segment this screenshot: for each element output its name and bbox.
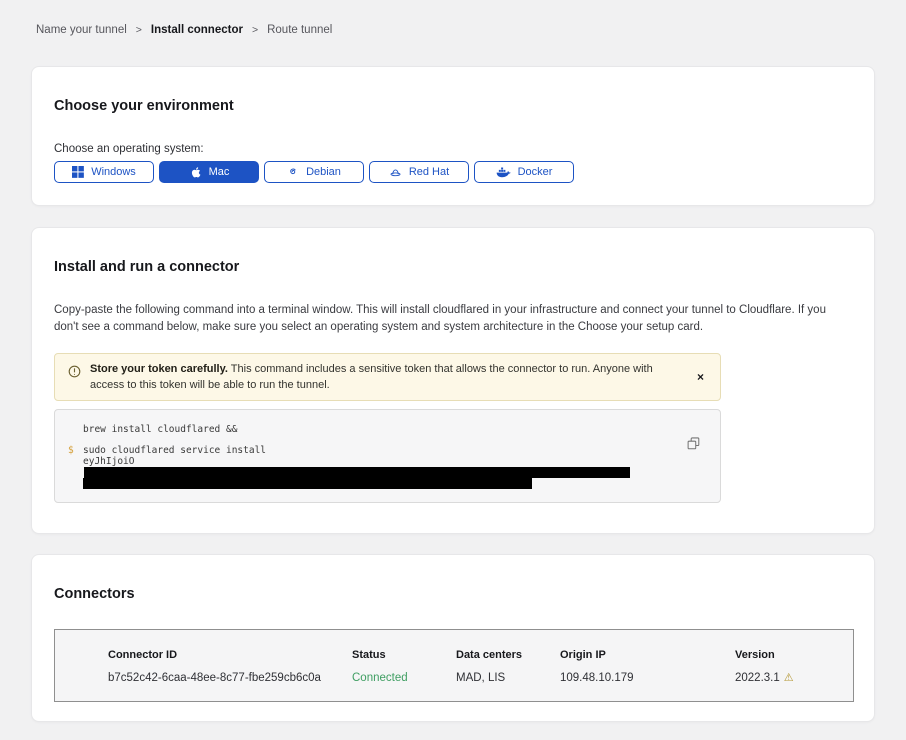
alert-circle-icon xyxy=(68,365,81,383)
os-button-label: Debian xyxy=(306,166,341,178)
breadcrumb-step-name-tunnel[interactable]: Name your tunnel xyxy=(36,24,127,36)
column-header-data-centers: Data centers xyxy=(456,649,560,661)
os-button-group: Windows Mac Debian Red Hat Docker xyxy=(54,161,852,183)
code-line-service-install: $ sudo cloudflared service install eyJhI… xyxy=(68,445,680,489)
os-button-windows[interactable]: Windows xyxy=(54,161,154,183)
apple-icon xyxy=(189,166,202,179)
column-header-status: Status xyxy=(352,649,456,661)
token-prefix: eyJhIjoiO xyxy=(83,456,134,467)
os-button-label: Docker xyxy=(518,166,553,178)
breadcrumb-separator: > xyxy=(136,24,142,36)
install-connector-description: Copy-paste the following command into a … xyxy=(54,302,852,335)
code-line-brew: brew install cloudflared && xyxy=(68,424,680,435)
os-button-label: Red Hat xyxy=(409,166,449,178)
code-prompt-spacer xyxy=(68,424,83,435)
os-button-label: Mac xyxy=(209,166,230,178)
token-warning-banner: Store your token carefully. This command… xyxy=(54,353,721,401)
warning-triangle-icon: ⚠ xyxy=(784,672,794,684)
code-text: sudo cloudflared service install xyxy=(83,445,680,456)
origin-ip-value: 109.48.10.179 xyxy=(560,672,735,684)
column-header-origin-ip: Origin IP xyxy=(560,649,735,661)
install-connector-title: Install and run a connector xyxy=(54,259,852,275)
copy-icon[interactable] xyxy=(687,437,700,453)
redhat-icon xyxy=(389,166,402,179)
os-button-docker[interactable]: Docker xyxy=(474,161,574,183)
os-button-debian[interactable]: Debian xyxy=(264,161,364,183)
column-header-version: Version xyxy=(735,649,853,661)
code-token-line: eyJhIjoiO xyxy=(83,456,680,478)
environment-card-title: Choose your environment xyxy=(54,98,852,114)
connectors-card: Connectors Connector ID Status Data cent… xyxy=(31,554,875,722)
breadcrumb-step-install-connector[interactable]: Install connector xyxy=(151,24,243,36)
os-select-label: Choose an operating system: xyxy=(54,143,852,155)
environment-card: Choose your environment Choose an operat… xyxy=(31,66,875,206)
code-text: brew install cloudflared && xyxy=(83,424,680,435)
connector-id-value: b7c52c42-6caa-48ee-8c77-fbe259cb6c0a xyxy=(108,672,352,684)
install-connector-card: Install and run a connector Copy-paste t… xyxy=(31,227,875,534)
column-header-connector-id: Connector ID xyxy=(108,649,352,661)
version-value: 2022.3.1⚠ xyxy=(735,671,853,684)
token-warning-text: Store your token carefully. This command… xyxy=(90,361,676,393)
windows-icon xyxy=(72,166,84,178)
install-command-code-block: brew install cloudflared && $ sudo cloud… xyxy=(54,409,721,503)
redacted-token-bar xyxy=(83,478,532,489)
close-icon[interactable]: × xyxy=(693,368,708,386)
data-centers-value: MAD, LIS xyxy=(456,672,560,684)
breadcrumb: Name your tunnel > Install connector > R… xyxy=(0,0,906,36)
debian-icon xyxy=(287,166,299,178)
breadcrumb-step-route-tunnel[interactable]: Route tunnel xyxy=(267,24,332,36)
connectors-title: Connectors xyxy=(54,586,852,602)
os-button-label: Windows xyxy=(91,166,136,178)
redacted-token-bar xyxy=(84,467,630,478)
os-button-mac[interactable]: Mac xyxy=(159,161,259,183)
shell-prompt: $ xyxy=(68,445,83,489)
status-badge: Connected xyxy=(352,672,456,684)
breadcrumb-separator: > xyxy=(252,24,258,36)
token-warning-title: Store your token carefully. xyxy=(90,363,228,375)
os-button-redhat[interactable]: Red Hat xyxy=(369,161,469,183)
docker-icon xyxy=(496,166,511,178)
connectors-table: Connector ID Status Data centers Origin … xyxy=(54,629,854,702)
